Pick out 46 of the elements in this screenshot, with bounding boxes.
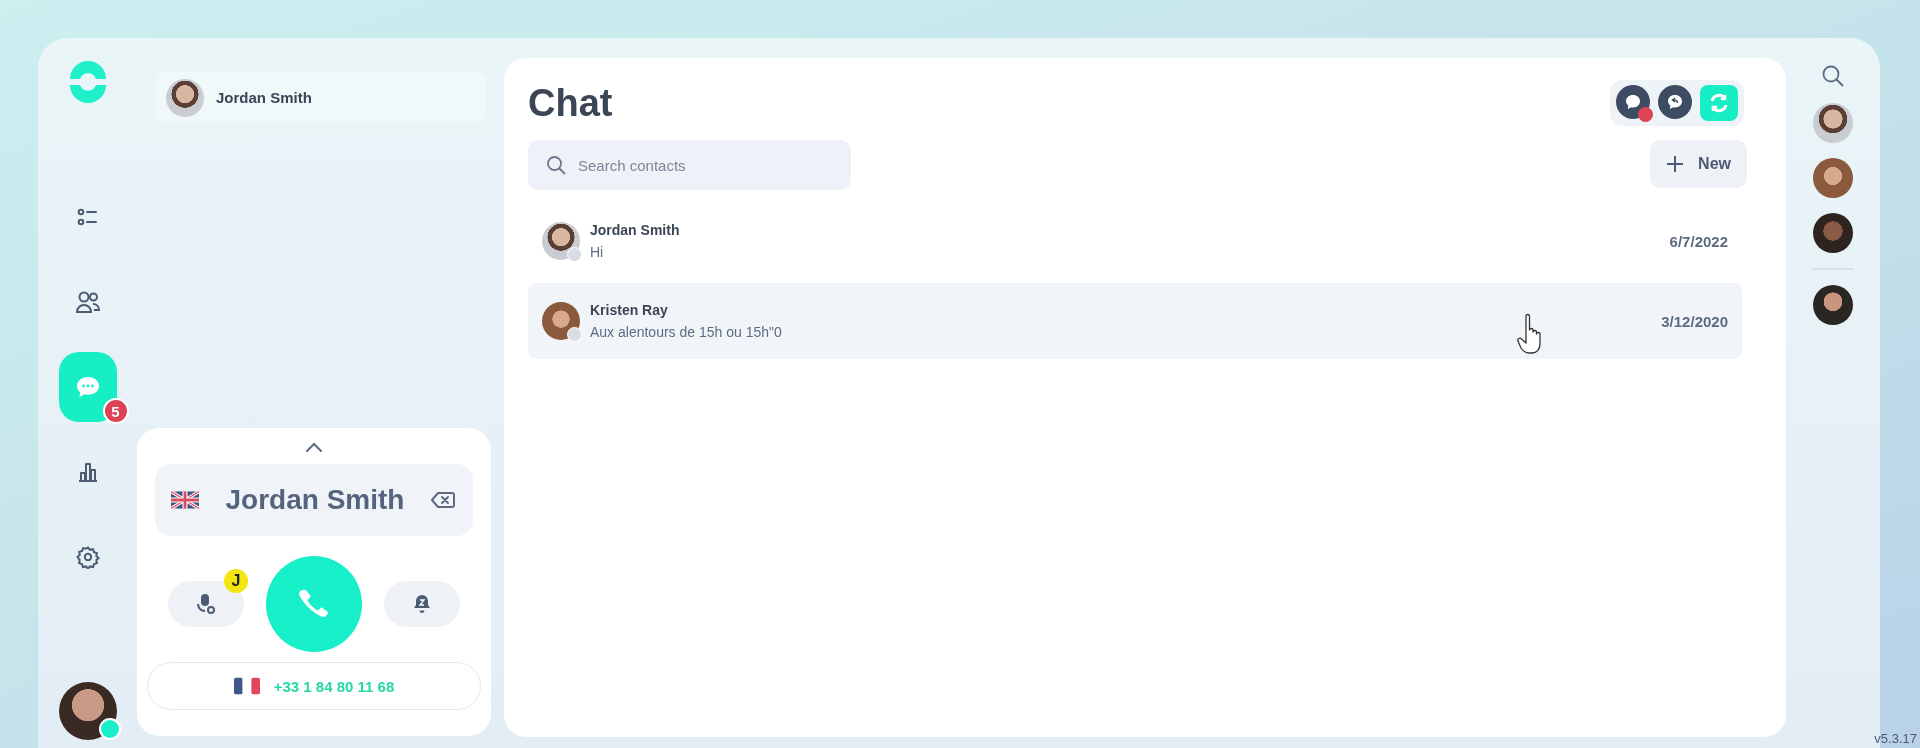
nav-item[interactable] bbox=[58, 352, 117, 422]
conversation-item[interactable]: Jordan Smith Hi 6/7/2022 bbox=[528, 207, 1742, 275]
uk-flag-icon bbox=[171, 491, 199, 509]
dialed-name: Jordan Smith bbox=[225, 484, 405, 516]
user-avatar[interactable] bbox=[58, 682, 117, 740]
avatar bbox=[542, 222, 580, 260]
sync-icon bbox=[1708, 92, 1730, 114]
page-title: Chat bbox=[528, 81, 613, 125]
contact-name: Kristen Ray bbox=[590, 302, 669, 318]
contact-avatar[interactable] bbox=[1813, 285, 1853, 325]
dial-field[interactable]: Jordan Smith bbox=[155, 464, 473, 536]
search-icon bbox=[546, 155, 566, 175]
conversation-item[interactable]: Kristen Ray Aux alentours de 15h ou 15h"0 3/12/2020 bbox=[528, 283, 1742, 359]
list-icon bbox=[76, 206, 99, 228]
message-date: 6/7/2022 bbox=[1669, 232, 1728, 250]
france-flag-icon bbox=[233, 677, 260, 695]
user-name: Jordan Smith bbox=[216, 89, 312, 106]
avatar bbox=[542, 302, 580, 340]
chevron-up-icon[interactable] bbox=[305, 442, 323, 452]
people-icon bbox=[74, 290, 101, 314]
settings-icon bbox=[75, 545, 100, 569]
bar-chart-icon bbox=[76, 461, 99, 483]
bell-icon bbox=[413, 594, 431, 614]
reply-bubble-icon bbox=[1666, 93, 1684, 111]
avatar bbox=[166, 78, 204, 117]
last-message: Hi bbox=[590, 244, 605, 260]
phone-number: +33 1 84 80 11 68 bbox=[273, 677, 395, 695]
contact-name: Jordan Smith bbox=[590, 222, 681, 238]
message-date: 3/12/2020 bbox=[1661, 312, 1728, 330]
backspace-icon[interactable] bbox=[431, 491, 455, 509]
search-icon[interactable] bbox=[1821, 64, 1845, 88]
current-user-bar[interactable]: Jordan Smith bbox=[156, 72, 486, 123]
header-action-button[interactable] bbox=[1658, 85, 1692, 119]
plus-icon bbox=[1666, 155, 1685, 173]
version-label: v5.3.17 bbox=[1874, 731, 1917, 746]
contact-avatar[interactable] bbox=[1813, 213, 1853, 253]
microphone-gear-icon bbox=[196, 593, 216, 615]
header-action-button[interactable] bbox=[1616, 85, 1650, 119]
contact-avatar[interactable] bbox=[1813, 103, 1853, 143]
search-field[interactable]: Search contacts bbox=[528, 140, 851, 190]
last-message: Aux alentours de 15h ou 15h"0 bbox=[590, 324, 783, 340]
new-button[interactable]: New bbox=[1650, 140, 1747, 188]
notification-button[interactable] bbox=[384, 581, 460, 627]
initial-badge: J bbox=[224, 569, 248, 593]
chat-bubble-icon bbox=[1624, 93, 1642, 111]
chat-bubble-icon bbox=[74, 375, 101, 399]
